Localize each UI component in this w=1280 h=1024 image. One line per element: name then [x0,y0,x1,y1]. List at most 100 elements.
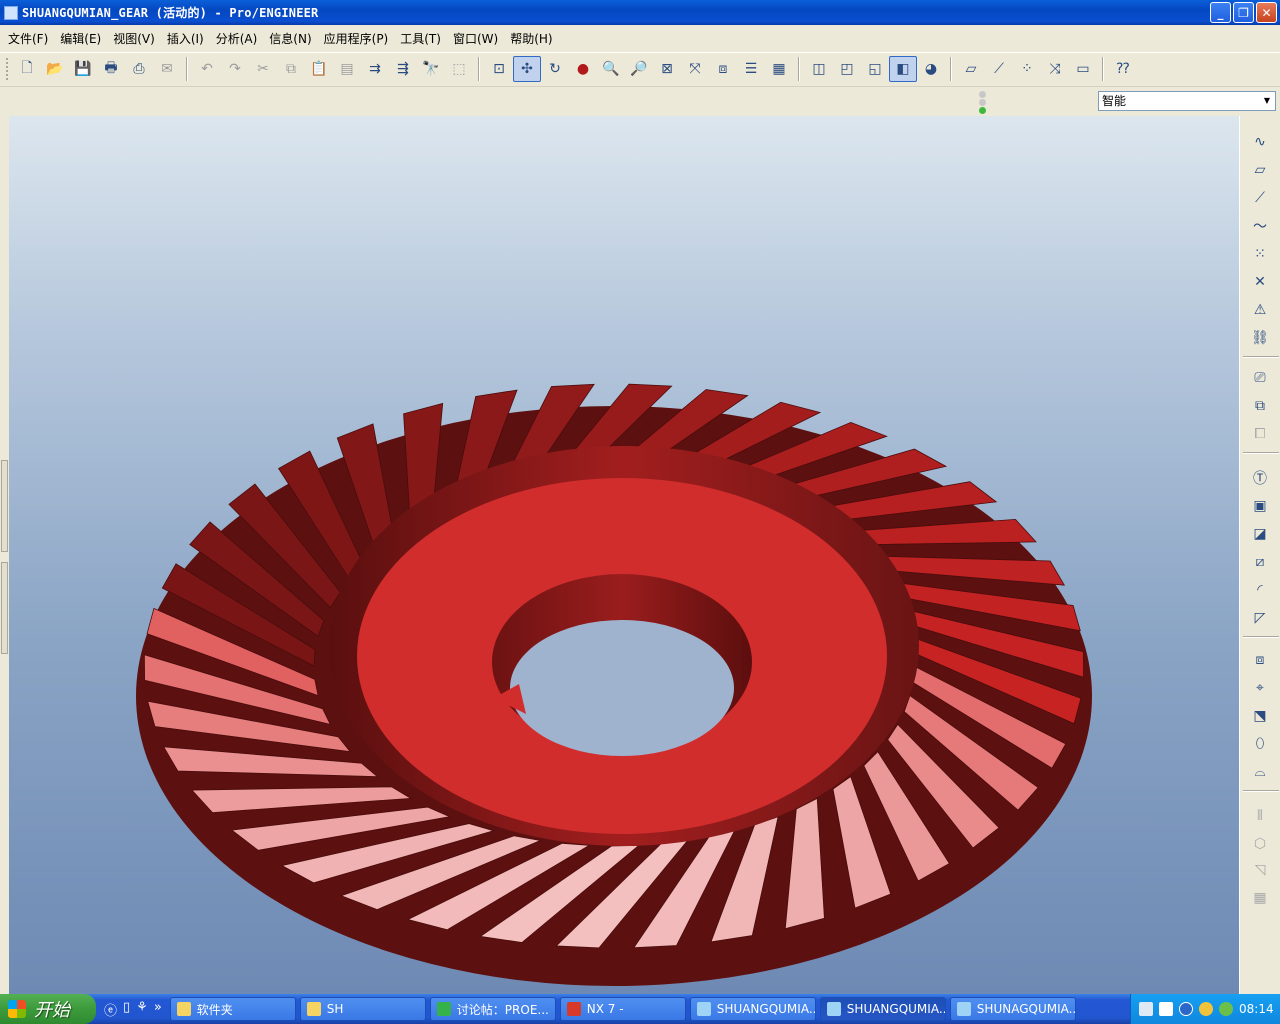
offset-icon[interactable]: ◹ [1247,858,1273,882]
open-file-icon[interactable]: 📂 [41,56,69,82]
round-icon[interactable]: ◜ [1247,578,1273,602]
undo-icon[interactable]: ↶ [193,56,221,82]
paste-special-icon[interactable]: ▤ [333,56,361,82]
chevron-down-icon[interactable]: ▼ [1261,94,1273,108]
no-hidden-icon[interactable]: ◱ [861,56,889,82]
layers-icon[interactable]: ☰ [737,56,765,82]
menu-insert[interactable]: 插入(I) [161,29,210,49]
zoom-in-icon[interactable]: 🔍 [597,56,625,82]
saved-views-icon[interactable]: ⧈ [709,56,737,82]
redo-icon[interactable]: ↷ [221,56,249,82]
mirror-icon[interactable]: ⌖ [1247,676,1273,700]
orient-mode-icon[interactable]: ↻ [541,56,569,82]
pattern-icon[interactable]: ⧈ [1247,648,1273,672]
qq-icon[interactable] [1199,1002,1213,1016]
hole-icon[interactable]: Ⓣ [1247,466,1273,490]
minimize-button[interactable]: _ [1210,2,1231,23]
app-shortcut-icon[interactable]: ⚘ [136,1000,148,1019]
csys-display-icon[interactable]: ⤨ [1041,56,1069,82]
find-icon[interactable]: 🔭 [417,56,445,82]
selection-filter-select[interactable]: 智能 ▼ [1098,91,1276,111]
trim-icon[interactable]: ⬯ [1247,732,1273,756]
rib-icon[interactable]: ◪ [1247,522,1273,546]
annotation-feature-icon[interactable]: ⧉ [1247,394,1273,418]
menu-tools[interactable]: 工具(T) [394,29,447,49]
menu-window[interactable]: 窗口(W) [447,29,504,49]
shell-icon[interactable]: ▣ [1247,494,1273,518]
new-file-icon[interactable]: 🗋 [13,56,41,82]
menu-analysis[interactable]: 分析(A) [210,29,264,49]
print-icon[interactable]: 🖶 [97,56,125,82]
refit-icon[interactable]: ⊠ [653,56,681,82]
chamfer-icon[interactable]: ◸ [1247,606,1273,630]
repaint-icon[interactable]: ⊡ [485,56,513,82]
taskbar-item[interactable]: SH [299,997,426,1021]
network-icon[interactable] [1159,1002,1173,1016]
intersect-icon[interactable]: ⌓ [1247,760,1273,784]
appearance-icon[interactable]: ● [569,56,597,82]
email-icon[interactable]: ✉ [153,56,181,82]
view-manager-icon[interactable]: ▦ [765,56,793,82]
thicken-icon[interactable]: ⫴ [1247,804,1273,828]
menu-applications[interactable]: 应用程序(P) [318,29,395,49]
app-icon[interactable] [4,5,18,20]
menu-view[interactable]: 视图(V) [107,29,161,49]
desktop-icon[interactable]: ▯ [123,1000,130,1019]
toolbar-grip[interactable] [6,57,9,80]
datum-curve-icon[interactable]: 〜 [1247,214,1273,238]
regen-status-icon[interactable] [976,91,988,114]
expand-quick-launch-icon[interactable]: » [154,1000,162,1019]
security-icon[interactable] [1219,1002,1233,1016]
regen-manager-icon[interactable]: ⇶ [389,56,417,82]
taskbar-item[interactable]: NX 7 - [559,997,686,1021]
context-help-icon[interactable]: ⁇ [1109,56,1137,82]
menu-edit[interactable]: 编辑(E) [54,29,107,49]
taskbar-item[interactable]: 软件夹 [169,997,296,1021]
analysis-feature-icon[interactable]: ⛓ [1247,326,1273,350]
extend-icon[interactable]: ▦ [1247,886,1273,910]
print-preview-icon[interactable]: ⎙ [125,56,153,82]
reorient-icon[interactable]: ⤧ [681,56,709,82]
graphics-window[interactable] [9,116,1239,994]
taskbar-item[interactable]: 讨论帖：PROE... [429,997,556,1021]
menu-help[interactable]: 帮助(H) [504,29,558,49]
show-hidden-icon[interactable] [1179,1002,1193,1016]
title-bar[interactable]: SHUANGQUMIAN_GEAR (活动的) - Pro/ENGINEER _… [0,0,1280,25]
datum-plane-icon[interactable]: ▱ [1247,158,1273,182]
cut-icon[interactable]: ✂ [249,56,277,82]
close-button[interactable]: ✕ [1256,2,1277,23]
menu-file[interactable]: 文件(F) [2,29,54,49]
spiral-bevel-gear-model[interactable] [9,116,1239,994]
solidify-icon[interactable]: ⬡ [1247,832,1273,856]
zoom-out-icon[interactable]: 🔎 [625,56,653,82]
menu-info[interactable]: 信息(N) [263,29,317,49]
sketch-icon[interactable]: ∿ [1247,130,1273,154]
paste-icon[interactable]: 📋 [305,56,333,82]
symbol-icon[interactable]: ⧠ [1247,422,1273,446]
taskbar-item[interactable]: SHUANGQUMIA... [689,997,816,1021]
taskbar-item-active[interactable]: SHUANGQUMIA... [819,997,946,1021]
annotation-display-icon[interactable]: ▭ [1069,56,1097,82]
merge-icon[interactable]: ⬔ [1247,704,1273,728]
keyboard-icon[interactable] [1139,1002,1153,1016]
point-display-icon[interactable]: ⁘ [1013,56,1041,82]
wireframe-icon[interactable]: ◫ [805,56,833,82]
csys-icon[interactable]: ⚠ [1247,298,1273,322]
select-box-icon[interactable]: ⬚ [445,56,473,82]
copy-icon[interactable]: ⧉ [277,56,305,82]
note-icon[interactable]: ⎚ [1247,366,1273,390]
datum-plane-display-icon[interactable]: ▱ [957,56,985,82]
shading-icon[interactable]: ◧ [889,55,917,82]
datum-point-icon[interactable]: ⁙ [1247,242,1273,266]
datum-axis-icon[interactable]: ⟋ [1247,186,1273,210]
navigator-collapse-handle[interactable] [1,460,8,552]
datum-axis-display-icon[interactable]: ⟋ [985,56,1013,82]
hidden-line-icon[interactable]: ◰ [833,56,861,82]
enhanced-realism-icon[interactable]: ◕ [917,56,945,82]
offset-point-icon[interactable]: ✕ [1247,270,1273,294]
draft-icon[interactable]: ⧄ [1247,550,1273,574]
regenerate-icon[interactable]: ⇉ [361,56,389,82]
start-button[interactable]: 开始 [0,994,96,1024]
ie-icon[interactable]: ⓔ [104,1000,117,1019]
browser-collapse-handle[interactable] [1,562,8,654]
